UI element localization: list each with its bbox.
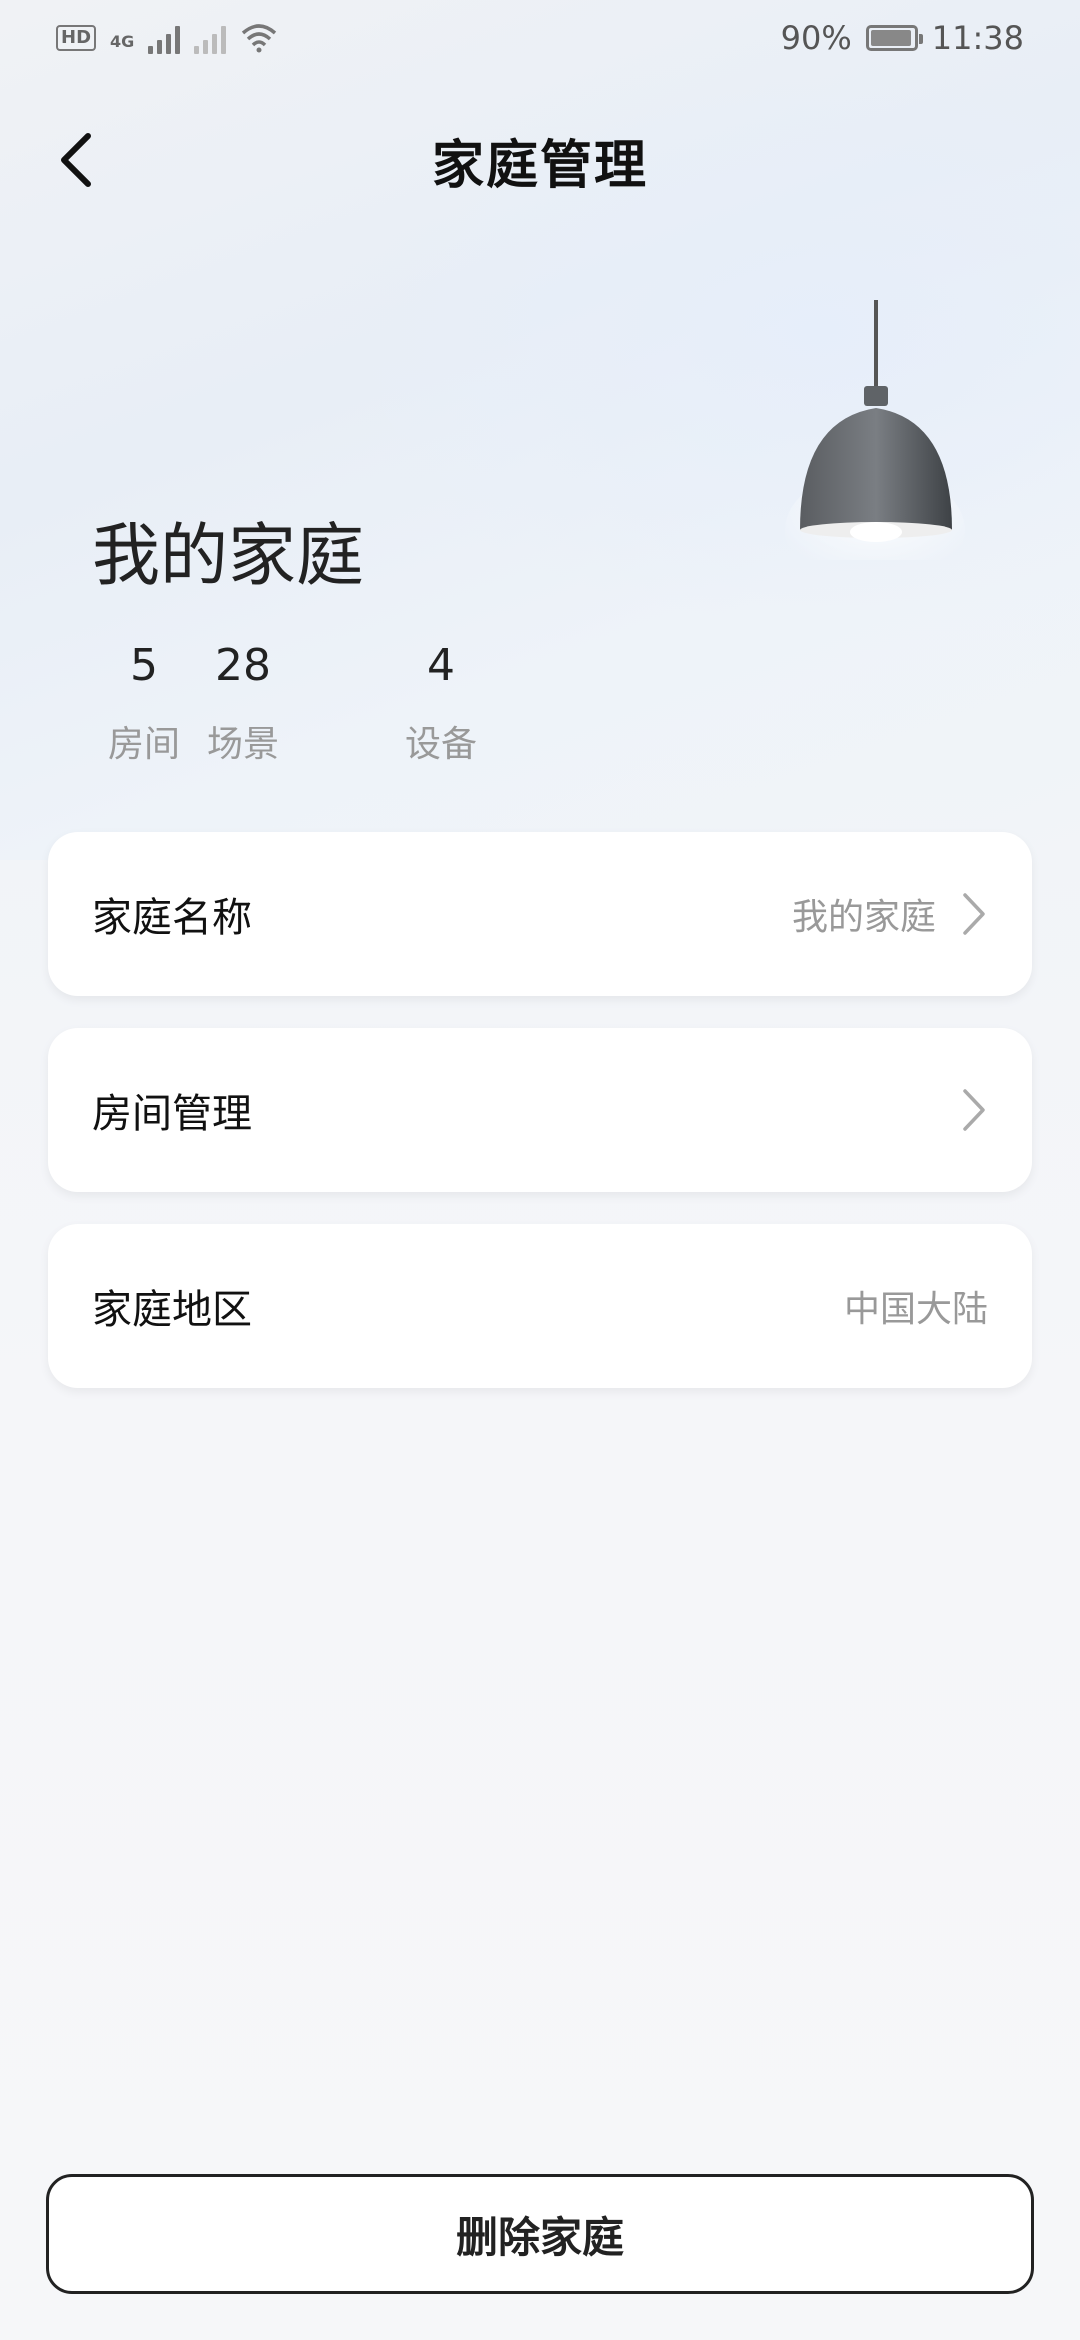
row-label: 房间管理 (92, 1091, 252, 1137)
back-button[interactable] (44, 128, 108, 192)
chevron-left-icon (61, 133, 91, 187)
home-name: 我的家庭 (92, 517, 365, 596)
room-management-row[interactable]: 房间管理 (48, 1028, 1032, 1192)
wifi-icon (242, 24, 277, 53)
stat-label: 设备 (404, 724, 477, 765)
page-title: 家庭管理 (431, 135, 648, 196)
battery-icon (865, 25, 923, 51)
lamp-illustration (785, 300, 965, 560)
hd-badge: HD (56, 25, 97, 51)
signal-icon (148, 22, 181, 54)
chevron-right-icon (960, 1086, 988, 1134)
status-right: 90% 11:38 (781, 19, 1024, 57)
stat-scenes: 28 场景 (144, 640, 342, 767)
row-label: 家庭地区 (92, 1287, 252, 1333)
stat-value: 4 (427, 640, 455, 691)
chevron-right-icon (960, 890, 988, 938)
stat-label: 场景 (206, 724, 279, 765)
home-name-row[interactable]: 家庭名称 我的家庭 (48, 832, 1032, 996)
stat-devices: 4 设备 (342, 640, 540, 767)
header: 家庭管理 (0, 110, 1080, 210)
signal-off-icon (194, 22, 227, 54)
row-value: 中国大陆 (843, 1289, 988, 1330)
status-bar: HD 4G 90% 11:38 (0, 0, 1080, 76)
stat-value: 28 (215, 640, 271, 691)
row-value: 我的家庭 (791, 897, 936, 938)
battery-percent: 90% (780, 19, 852, 57)
delete-home-button[interactable]: 删除家庭 (46, 2174, 1034, 2294)
home-stats: 5 房间 28 场景 4 设备 (94, 640, 590, 767)
clock: 11:38 (931, 19, 1024, 57)
row-label: 家庭名称 (92, 895, 252, 941)
home-region-row[interactable]: 家庭地区 中国大陆 (48, 1224, 1032, 1388)
status-icons: HD 4G (56, 22, 278, 54)
network-type-label: 4G (110, 32, 135, 51)
